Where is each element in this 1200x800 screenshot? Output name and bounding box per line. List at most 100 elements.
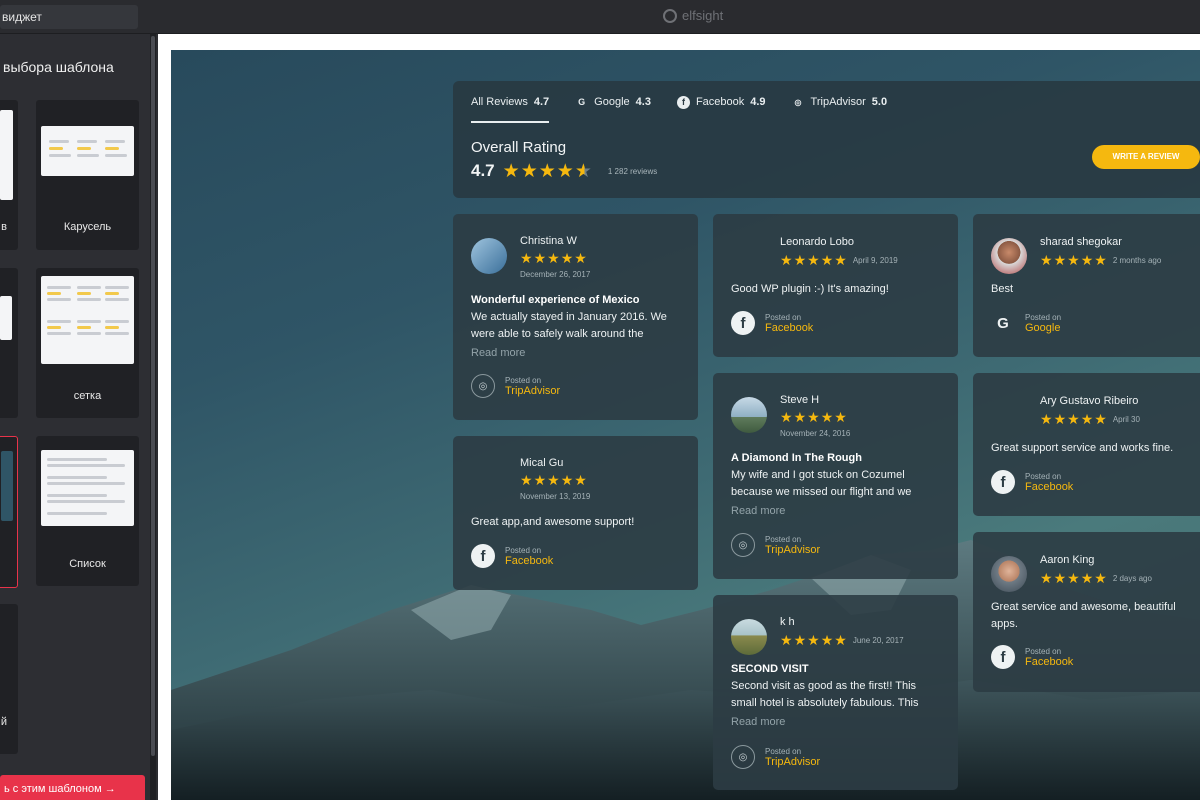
overall-rating-title: Overall Rating	[471, 139, 567, 156]
reviewer-name: Christina W	[520, 235, 577, 247]
template-panel-scrollbar[interactable]	[150, 34, 156, 800]
review-title: Wonderful experience of Mexico	[471, 294, 640, 306]
tab-rating: 4.9	[750, 96, 766, 108]
tripadvisor-icon: ◎	[731, 745, 755, 769]
scrollbar-thumb[interactable]	[151, 36, 155, 756]
review-text: My wife and I got stuck on Cozumel becau…	[731, 469, 912, 498]
review-stars: ★ ★ ★ ★ ★	[520, 472, 587, 488]
use-template-button[interactable]: ь с этим шаблоном →	[0, 775, 145, 800]
template-label: сетка	[73, 390, 102, 402]
template-label: в	[1, 221, 7, 233]
review-date: June 20, 2017	[852, 635, 904, 645]
avatar	[991, 238, 1027, 274]
posted-label: Posted on	[1025, 471, 1062, 481]
source-link[interactable]: TripAdvisor	[505, 385, 560, 397]
source-tabs: All Reviews 4.7 G Google 4.3 f Facebook …	[471, 91, 888, 123]
posted-label: Posted on	[765, 534, 802, 544]
review-card[interactable]: Mical Gu ★ ★ ★ ★ ★ November 13, 2019 Great a…	[453, 436, 698, 590]
review-date: November 24, 2016	[780, 429, 851, 438]
tripadvisor-icon: ◎	[731, 533, 755, 557]
review-count: 1 282 reviews	[607, 166, 658, 176]
source-link[interactable]: Google	[1025, 322, 1061, 334]
source-link[interactable]: Facebook	[1025, 481, 1073, 493]
review-title: A Diamond In The Rough	[731, 452, 862, 464]
facebook-icon: f	[991, 470, 1015, 494]
template-thumbnail	[41, 450, 134, 526]
tab-all-reviews[interactable]: All Reviews 4.7	[471, 91, 550, 123]
template-card-selected[interactable]	[0, 436, 18, 588]
posted-on: ◎ Posted on TripAdvisor	[471, 374, 560, 398]
tab-facebook[interactable]: f Facebook 4.9	[676, 91, 766, 113]
overall-rating-value: 4.7	[471, 161, 495, 180]
review-date: December 26, 2017	[520, 270, 591, 279]
review-card[interactable]: sharad shegokar ★ ★ ★ ★ ★ 2 months ago Best G…	[973, 214, 1200, 357]
read-more-link[interactable]: Read more	[471, 347, 525, 359]
source-link[interactable]: Facebook	[1025, 656, 1073, 668]
reviewer-name: k h	[780, 616, 795, 628]
review-stars: ★ ★ ★ ★ ★ 2 months ago	[1040, 252, 1162, 268]
read-more-link[interactable]: Read more	[731, 716, 785, 728]
review-card[interactable]: Steve H ★ ★ ★ ★ ★ November 24, 2016 A Diamon…	[713, 373, 958, 579]
tab-tripadvisor[interactable]: ◎ TripAdvisor 5.0	[792, 91, 888, 113]
template-card-list[interactable]: Список	[36, 436, 139, 586]
google-icon: G	[578, 97, 586, 107]
facebook-icon: f	[471, 544, 495, 568]
read-more-link[interactable]: Read more	[731, 505, 785, 517]
template-card-slider[interactable]	[0, 268, 18, 418]
reviewer-name: Ary Gustavo Ribeiro	[1040, 395, 1139, 407]
star-half-icon: ★	[574, 160, 592, 182]
posted-label: Posted on	[1025, 646, 1062, 656]
tab-rating: 5.0	[871, 96, 888, 108]
source-link[interactable]: Facebook	[505, 555, 553, 567]
write-review-button[interactable]: WRITE A REVIEW	[1092, 145, 1200, 169]
tab-google[interactable]: G Google 4.3	[575, 91, 651, 113]
facebook-icon: f	[731, 311, 755, 335]
star-icon: ★	[502, 160, 520, 182]
posted-on: f Posted on Facebook	[731, 311, 813, 335]
review-card[interactable]: Aaron King ★ ★ ★ ★ ★ 2 days ago Great service…	[973, 532, 1200, 692]
overall-stars: ★ ★ ★ ★ ★	[503, 162, 592, 181]
source-link[interactable]: Facebook	[765, 322, 813, 334]
source-link[interactable]: TripAdvisor	[765, 756, 820, 768]
review-text: Great service and awesome, beautiful app…	[991, 601, 1176, 630]
tab-rating: 4.7	[533, 96, 550, 108]
avatar	[471, 238, 507, 274]
app-logo: elfsight	[663, 8, 723, 23]
posted-on: ◎ Posted on TripAdvisor	[731, 533, 820, 557]
template-card-list-badges[interactable]: в	[0, 100, 18, 250]
template-card-other[interactable]: й	[0, 604, 18, 754]
review-card[interactable]: Leonardo Lobo ★ ★ ★ ★ ★ April 9, 2019 Good WP…	[713, 214, 958, 357]
reviewer-name: Leonardo Lobo	[780, 236, 855, 248]
template-card-grid[interactable]: сетка	[36, 268, 139, 418]
tripadvisor-icon: ◎	[794, 97, 802, 107]
review-stars: ★ ★ ★ ★ ★ 2 days ago	[1040, 570, 1152, 586]
source-link[interactable]: TripAdvisor	[765, 544, 820, 556]
tab-label: All Reviews	[471, 96, 528, 108]
review-card[interactable]: k h ★ ★ ★ ★ ★ June 20, 2017 SECOND VISIT Seco…	[713, 595, 958, 790]
review-date: 2 months ago	[1112, 255, 1162, 265]
star-icon: ★	[520, 160, 538, 182]
review-card[interactable]: Christina W ★ ★ ★ ★ ★ December 26, 2017 Wond…	[453, 214, 698, 420]
tab-rating: 4.3	[635, 96, 651, 108]
posted-label: Posted on	[1025, 312, 1062, 322]
review-card[interactable]: Ary Gustavo Ribeiro ★ ★ ★ ★ ★ April 30 Great …	[973, 373, 1200, 516]
avatar	[731, 619, 767, 655]
overall-rating-row: 4.7 ★ ★ ★ ★ ★ 1 282 reviews	[471, 161, 657, 181]
reviewer-name: Mical Gu	[520, 457, 564, 469]
widget-name-input[interactable]: виджет	[0, 5, 138, 29]
posted-on: f Posted on Facebook	[471, 544, 553, 568]
reviewer-name: sharad shegokar	[1040, 236, 1122, 248]
logo-text: elfsight	[682, 8, 724, 23]
template-card-carousel[interactable]: Карусель	[36, 100, 139, 250]
template-panel-heading: выбора шаблона	[3, 59, 114, 75]
posted-label: Posted on	[765, 312, 802, 322]
avatar	[731, 397, 767, 433]
tab-label: Facebook	[695, 96, 745, 108]
facebook-icon: f	[676, 95, 690, 109]
review-text: Great app,and awesome support!	[471, 516, 635, 528]
avatar	[991, 556, 1027, 592]
review-stars: ★ ★ ★ ★ ★ April 9, 2019	[780, 252, 898, 268]
posted-on: f Posted on Facebook	[991, 645, 1073, 669]
rating-header: All Reviews 4.7 G Google 4.3 f Facebook …	[453, 81, 1200, 198]
tripadvisor-icon: ◎	[471, 374, 495, 398]
